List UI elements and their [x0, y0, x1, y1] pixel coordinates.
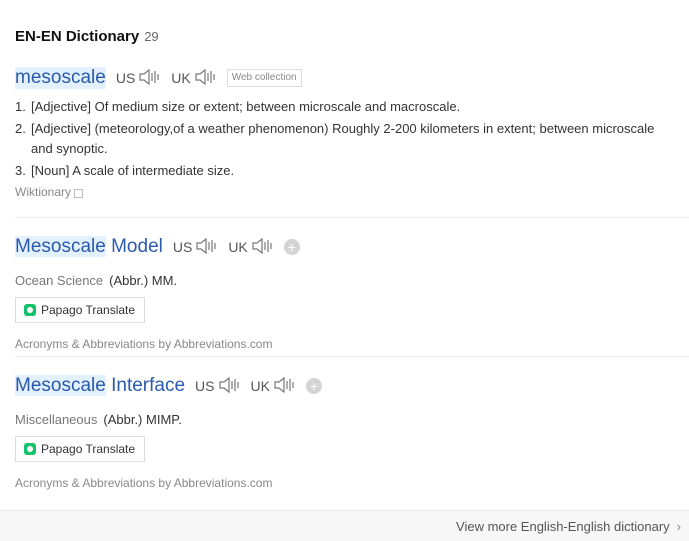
- abbreviation-text: (Abbr.) MM.: [109, 273, 178, 288]
- category-label: Miscellaneous: [15, 412, 98, 427]
- word-highlight: Mesoscale: [15, 236, 106, 257]
- view-more-label: View more English-English dictionary: [456, 519, 670, 534]
- entry-mesoscale-model: Mesoscale Model US UK + Ocean Science (A…: [15, 235, 689, 351]
- definition-item: 1. [Adjective] Of medium size or extent; …: [15, 97, 655, 117]
- entry-mesoscale: mesoscale US UK Web collection 1. [Adject…: [15, 66, 689, 199]
- pronunciation-uk[interactable]: UK: [228, 237, 273, 258]
- definition-number: 2.: [15, 121, 26, 136]
- pron-us-label: US: [195, 378, 215, 394]
- plus-icon[interactable]: +: [283, 239, 300, 255]
- chevron-right-icon: ›: [676, 519, 681, 534]
- abbreviation-source[interactable]: Acronyms & Abbreviations by Abbreviation…: [15, 476, 689, 490]
- word-rest: Interface: [105, 375, 186, 396]
- result-count: 29: [144, 29, 159, 44]
- definition-number: 1.: [15, 99, 26, 114]
- copy-icon[interactable]: [74, 188, 84, 198]
- papago-translate-button[interactable]: Papago Translate: [15, 297, 146, 323]
- definition-text: [Adjective] Of medium size or extent; be…: [31, 99, 461, 114]
- pron-uk-label: UK: [171, 70, 191, 86]
- pron-uk-label: UK: [250, 378, 270, 394]
- speaker-icon[interactable]: [252, 237, 274, 258]
- view-more-link[interactable]: View more English-English dictionary ›: [456, 519, 681, 534]
- pronunciation-uk[interactable]: UK: [251, 376, 296, 397]
- definition-number: 3.: [15, 163, 26, 178]
- papago-translate-label: Papago Translate: [41, 442, 136, 456]
- papago-translate-button[interactable]: Papago Translate: [15, 436, 146, 462]
- divider: [15, 217, 689, 218]
- word-highlight: Mesoscale: [15, 375, 106, 396]
- divider: [15, 356, 689, 357]
- definition-list: 1. [Adjective] Of medium size or extent; …: [15, 97, 689, 181]
- speaker-icon[interactable]: [196, 237, 218, 258]
- source-wiktionary: Wiktionary: [15, 185, 689, 199]
- definition-text: [Noun] A scale of intermediate size.: [31, 163, 235, 178]
- speaker-icon[interactable]: [195, 68, 217, 89]
- entry-word-link[interactable]: Mesoscale Model: [15, 236, 163, 258]
- pron-uk-label: UK: [228, 239, 248, 255]
- definition-item: 2. [Adjective] (meteorology,of a weather …: [15, 119, 655, 159]
- pronunciation-us[interactable]: US: [173, 237, 218, 258]
- pronunciation-us[interactable]: US: [116, 68, 161, 89]
- category-label: Ocean Science: [15, 273, 104, 288]
- definition-text: [Adjective] (meteorology,of a weather ph…: [31, 121, 655, 156]
- footer-bar: View more English-English dictionary ›: [0, 510, 689, 541]
- speaker-icon[interactable]: [139, 68, 161, 89]
- papago-logo-icon: [24, 304, 36, 316]
- source-label[interactable]: Wiktionary: [15, 185, 71, 199]
- dictionary-header: EN-EN Dictionary 29: [15, 28, 159, 45]
- papago-logo-icon: [24, 443, 36, 455]
- word-rest: Model: [105, 236, 163, 257]
- definition-item: 3. [Noun] A scale of intermediate size.: [15, 161, 655, 181]
- web-collection-badge: Web collection: [226, 69, 302, 87]
- pronunciation-uk[interactable]: UK: [171, 68, 216, 89]
- pron-us-label: US: [115, 70, 136, 86]
- speaker-icon[interactable]: [274, 376, 296, 397]
- plus-icon[interactable]: +: [305, 378, 322, 394]
- entry-word-link[interactable]: Mesoscale Interface: [15, 375, 185, 397]
- pron-us-label: US: [172, 239, 193, 255]
- entry-mesoscale-interface: Mesoscale Interface US UK + Miscellaneou…: [15, 374, 689, 490]
- pronunciation-us[interactable]: US: [195, 376, 240, 397]
- speaker-icon[interactable]: [218, 376, 241, 397]
- dictionary-title: EN-EN Dictionary: [15, 28, 140, 45]
- abbreviation-text: (Abbr.) MIMP.: [103, 412, 182, 427]
- abbreviation-source[interactable]: Acronyms & Abbreviations by Abbreviation…: [15, 337, 689, 351]
- entry-word-link[interactable]: mesoscale: [15, 67, 106, 89]
- papago-translate-label: Papago Translate: [41, 303, 136, 317]
